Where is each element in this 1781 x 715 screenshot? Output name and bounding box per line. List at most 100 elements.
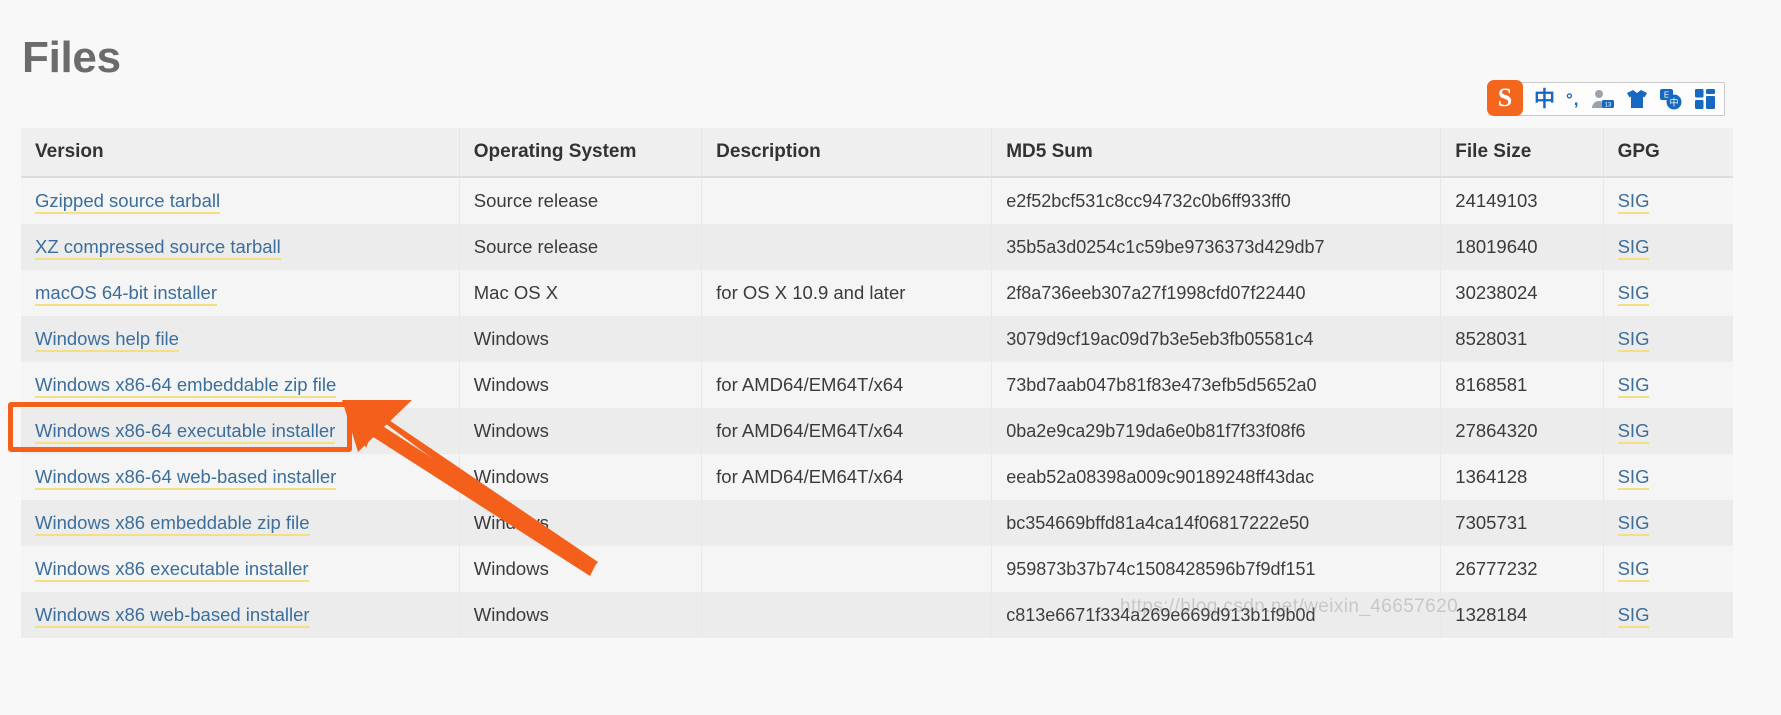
cell-description [701,500,993,546]
ime-toolbar[interactable]: S 中 °, 13 E 中 [1487,79,1725,116]
cell-operating-system: Source release [459,224,703,270]
table-row: Windows x86 executable installer Windows 9… [21,546,1733,592]
cell-file-size: 24149103 [1440,177,1604,224]
gpg-sig-link[interactable]: SIG [1617,190,1650,214]
version-download-link[interactable]: XZ compressed source tarball [35,236,281,260]
cell-operating-system: Mac OS X [459,270,703,316]
cell-file-size: 7305731 [1440,500,1604,546]
cell-operating-system: Source release [459,177,703,224]
cell-file-size: 8528031 [1440,316,1604,362]
table-row: Windows x86-64 embeddable zip file Window… [21,362,1733,408]
cell-md5-sum: c813e6671f334a269e669d913b1f9b0d [991,592,1442,638]
version-download-link[interactable]: Windows x86 embeddable zip file [35,512,310,536]
cell-operating-system: Windows [459,408,703,454]
translate-icon[interactable]: E 中 [1659,86,1683,112]
cell-version: Gzipped source tarball [21,177,460,224]
cell-md5-sum: 2f8a736eeb307a27f1998cfd07f22440 [991,270,1442,316]
version-download-link[interactable]: Windows help file [35,328,179,352]
cell-md5-sum: 3079d9cf19ac09d7b3e5eb3fb05581c4 [991,316,1442,362]
files-table: Version Operating System Description MD5… [21,128,1733,638]
user-id-icon[interactable]: 13 [1591,86,1615,112]
cell-version: Windows help file [21,316,460,362]
column-header-operating-system: Operating System [459,128,703,178]
version-download-link[interactable]: Windows x86 executable installer [35,558,309,582]
cell-description [701,546,993,592]
cell-gpg: SIG [1603,500,1733,546]
toolbox-grid-icon[interactable] [1694,86,1716,112]
cell-operating-system: Windows [459,362,703,408]
column-header-gpg: GPG [1603,128,1733,178]
cell-file-size: 27864320 [1440,408,1604,454]
cell-description: for OS X 10.9 and later [701,270,993,316]
gpg-sig-link[interactable]: SIG [1617,374,1650,398]
column-header-file-size: File Size [1440,128,1604,178]
cell-gpg: SIG [1603,270,1733,316]
cell-gpg: SIG [1603,592,1733,638]
cell-gpg: SIG [1603,408,1733,454]
table-row: XZ compressed source tarball Source relea… [21,224,1733,270]
cell-file-size: 18019640 [1440,224,1604,270]
cell-md5-sum: 0ba2e9ca29b719da6e0b81f7f33f08f6 [991,408,1442,454]
page-title: Files [22,33,121,82]
column-header-md5-sum: MD5 Sum [991,128,1442,178]
version-download-link[interactable]: macOS 64-bit installer [35,282,217,306]
cell-operating-system: Windows [459,546,703,592]
table-head: Version Operating System Description MD5… [21,128,1733,178]
table-row: Windows x86 embeddable zip file Windows bc… [21,500,1733,546]
cell-file-size: 1328184 [1440,592,1604,638]
cell-description: for AMD64/EM64T/x64 [701,454,993,500]
gpg-sig-link[interactable]: SIG [1617,328,1650,352]
gpg-sig-link[interactable]: SIG [1617,420,1650,444]
cell-gpg: SIG [1603,362,1733,408]
gpg-sig-link[interactable]: SIG [1617,466,1650,490]
cell-version: Windows x86 executable installer [21,546,460,592]
cell-md5-sum: 35b5a3d0254c1c59be9736373d429db7 [991,224,1442,270]
cell-file-size: 26777232 [1440,546,1604,592]
cell-version: Windows x86 web-based installer [21,592,460,638]
cell-version: macOS 64-bit installer [21,270,460,316]
cell-gpg: SIG [1603,546,1733,592]
cell-md5-sum: e2f52bcf531c8cc94732c0b6ff933ff0 [991,177,1442,224]
gpg-sig-link[interactable]: SIG [1617,236,1650,260]
table-body: Gzipped source tarball Source release e2f5… [21,177,1733,638]
cell-gpg: SIG [1603,224,1733,270]
table-row: Gzipped source tarball Source release e2f5… [21,177,1733,224]
files-page: Files S 中 °, 13 E 中 Version Operating Sy… [0,0,1781,715]
sogou-logo-icon[interactable]: S [1487,79,1523,116]
cell-description: for AMD64/EM64T/x64 [701,362,993,408]
svg-text:13: 13 [1604,103,1611,109]
version-download-link[interactable]: Windows x86 web-based installer [35,604,310,628]
table-header-row: Version Operating System Description MD5… [21,128,1733,178]
cell-file-size: 1364128 [1440,454,1604,500]
gpg-sig-link[interactable]: SIG [1617,282,1650,306]
cell-gpg: SIG [1603,177,1733,224]
cell-file-size: 30238024 [1440,270,1604,316]
table-row: macOS 64-bit installer Mac OS Xfor OS X 1… [21,270,1733,316]
version-download-link[interactable]: Windows x86-64 web-based installer [35,466,337,490]
cell-gpg: SIG [1603,316,1733,362]
cell-md5-sum: 73bd7aab047b81f83e473efb5d5652a0 [991,362,1442,408]
cell-version: XZ compressed source tarball [21,224,460,270]
cell-gpg: SIG [1603,454,1733,500]
column-header-description: Description [701,128,993,178]
version-download-link[interactable]: Gzipped source tarball [35,190,221,214]
chinese-mode-icon[interactable]: 中 [1534,86,1555,112]
version-download-link[interactable]: Windows x86-64 embeddable zip file [35,374,337,398]
cell-md5-sum: eeab52a08398a009c90189248ff43dac [991,454,1442,500]
cell-version: Windows x86-64 web-based installer [21,454,460,500]
cell-version: Windows x86-64 embeddable zip file [21,362,460,408]
cell-description [701,177,993,224]
cell-description [701,316,993,362]
punctuation-mode-icon[interactable]: °, [1566,86,1580,112]
cell-description: for AMD64/EM64T/x64 [701,408,993,454]
cell-md5-sum: 959873b37b74c1508428596b7f9df151 [991,546,1442,592]
skin-shirt-icon[interactable] [1626,86,1648,112]
gpg-sig-link[interactable]: SIG [1617,558,1650,582]
table-row: Windows x86 web-based installer Windows c8… [21,592,1733,638]
cell-description [701,592,993,638]
table-row: Windows x86-64 web-based installer Window… [21,454,1733,500]
gpg-sig-link[interactable]: SIG [1617,604,1650,628]
cell-operating-system: Windows [459,454,703,500]
version-download-link[interactable]: Windows x86-64 executable installer [35,420,336,444]
gpg-sig-link[interactable]: SIG [1617,512,1650,536]
